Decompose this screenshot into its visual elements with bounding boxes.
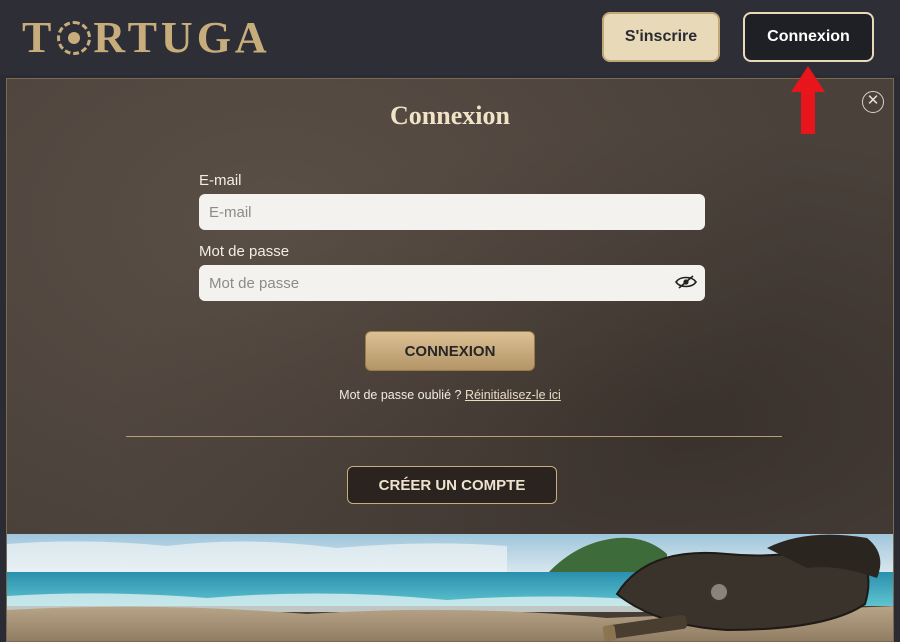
login-modal: Connexion ✕ E-mail Mot de passe CONNEXIO… [6, 78, 894, 642]
pirate-chip-logo-icon [57, 21, 92, 55]
eye-slash-icon[interactable] [675, 275, 697, 289]
logo-text-left: T [22, 12, 56, 62]
tortuga-logo[interactable]: T RTUGA [22, 12, 271, 62]
email-field[interactable] [199, 194, 705, 230]
logo-text-right: RTUGA [93, 12, 271, 62]
beach-scene-illustration [7, 534, 893, 641]
top-header: T RTUGA S'inscrire Connexion [0, 0, 900, 75]
password-field[interactable] [199, 265, 705, 301]
signup-button[interactable]: S'inscrire [602, 12, 720, 62]
forgot-password-row: Mot de passe oublié ? Réinitialisez-le i… [7, 388, 893, 402]
reset-password-link[interactable]: Réinitialisez-le ici [465, 388, 561, 402]
forgot-password-text: Mot de passe oublié ? [339, 388, 462, 402]
create-account-button[interactable]: CRÉER UN COMPTE [347, 466, 557, 504]
login-header-button[interactable]: Connexion [743, 12, 874, 62]
divider [126, 436, 782, 437]
red-arrow-annotation [791, 66, 825, 134]
modal-title: Connexion [390, 101, 510, 130]
close-icon[interactable]: ✕ [862, 91, 884, 113]
connexion-submit-button[interactable]: CONNEXION [365, 331, 535, 371]
email-label: E-mail [199, 172, 242, 189]
password-label: Mot de passe [199, 243, 290, 260]
